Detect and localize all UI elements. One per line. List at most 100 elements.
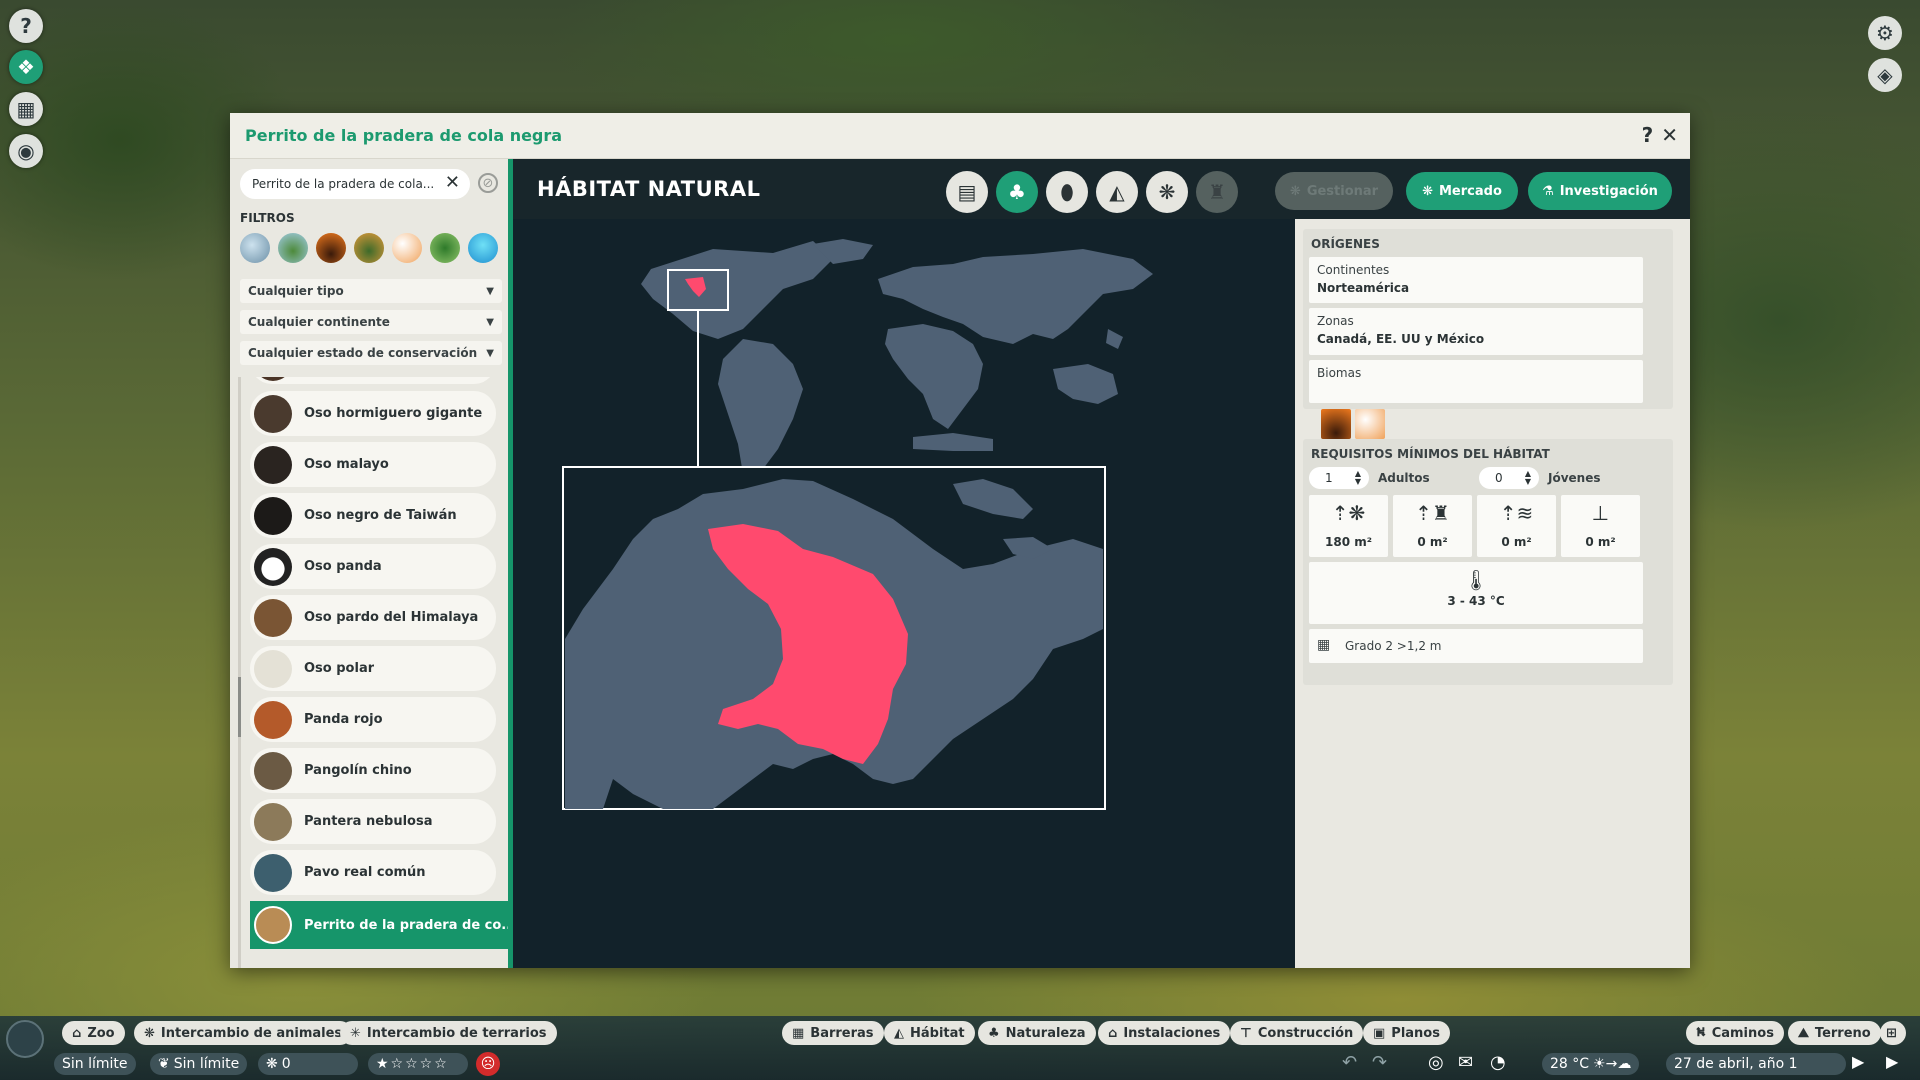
paw-icon[interactable]: ❋: [1146, 171, 1188, 213]
land-requirement: ⇡❋ 180 m²: [1309, 495, 1388, 557]
continent-dropdown[interactable]: Cualquier continente ▼: [240, 310, 502, 334]
filters-label: FILTROS: [240, 211, 295, 225]
date-display: 27 de abril, año 1: [1666, 1053, 1846, 1075]
biome-desert-icon: [1355, 409, 1385, 439]
rating-stars: ★☆☆☆☆: [368, 1053, 468, 1075]
animal-trade-tab[interactable]: ❋ Intercambio de animales: [134, 1021, 353, 1045]
habitat-tree-icon[interactable]: ♣: [996, 171, 1038, 213]
zoo-tab[interactable]: ⌂ Zoo: [62, 1021, 125, 1045]
biome-aquatic-icon[interactable]: [240, 233, 270, 263]
manage-button[interactable]: ❋ Gestionar: [1275, 172, 1393, 210]
help-icon[interactable]: ?: [1642, 123, 1654, 147]
calendar-icon[interactable]: ▦: [9, 92, 43, 126]
animal-avatar: [254, 649, 292, 688]
climb-icon: ⇡♜: [1415, 501, 1450, 525]
list-item[interactable]: Pangolín chino: [250, 748, 496, 793]
bug-icon: ✳: [350, 1025, 361, 1041]
guests-display: ❋ 0: [258, 1053, 358, 1075]
habitat-icon: ◭: [894, 1025, 904, 1041]
water-requirement: ⇡≋ 0 m²: [1477, 495, 1556, 557]
animal-avatar: [254, 445, 292, 484]
barrier-value: Grado 2 >1,2 m: [1345, 639, 1442, 653]
biome-grassland-icon[interactable]: [316, 233, 346, 263]
close-icon[interactable]: ✕: [1661, 123, 1678, 147]
overlay-icon[interactable]: ◎: [1428, 1052, 1444, 1073]
animal-avatar: [254, 547, 292, 586]
barriers-tab[interactable]: ▦ Barreras: [782, 1021, 884, 1045]
list-item[interactable]: Oso pardo del Himalaya: [250, 595, 496, 640]
adults-label: Adultos: [1378, 471, 1430, 485]
terrain-tab[interactable]: ⛰ Terreno: [1788, 1021, 1881, 1045]
clear-search-icon[interactable]: ✕: [445, 172, 460, 193]
construction-tab[interactable]: ⊤ Construcción: [1230, 1021, 1364, 1045]
biome-desert-icon[interactable]: [392, 233, 422, 263]
barrier-icon: ▦: [792, 1025, 805, 1041]
list-item[interactable]: [250, 377, 496, 384]
paw-icon: ❋: [1422, 183, 1433, 199]
biome-grassland-icon: [1321, 409, 1351, 439]
trophy-icon[interactable]: ♜: [1196, 171, 1238, 213]
list-item[interactable]: Oso negro de Taiwán: [250, 493, 496, 538]
list-scrollbar[interactable]: [238, 377, 241, 968]
list-item[interactable]: Oso malayo: [250, 442, 496, 487]
zones-card: Zonas Canadá, EE. UU y México: [1309, 308, 1643, 355]
list-item[interactable]: Pantera nebulosa: [250, 799, 496, 844]
list-item-selected[interactable]: Perrito de la pradera de co...: [250, 901, 510, 949]
adults-stepper[interactable]: 1 ▲ ▼: [1309, 467, 1369, 489]
zoopedia-icon[interactable]: ❖: [9, 50, 43, 84]
world-map: [562, 239, 1153, 810]
undo-icon[interactable]: ↶: [1342, 1052, 1357, 1073]
thermometer-icon: 🌡: [1463, 568, 1489, 592]
animal-list-pane: Perrito de la pradera de cola... ✕ ⊘ FIL…: [230, 159, 510, 968]
enrichment-icon[interactable]: ◭: [1096, 171, 1138, 213]
grid-toggle-icon[interactable]: ⊞: [1880, 1021, 1906, 1045]
help-icon[interactable]: ?: [9, 9, 43, 43]
paths-tab[interactable]: ⛕ Caminos: [1686, 1021, 1784, 1045]
settings-gear-icon[interactable]: ⚙: [1868, 16, 1902, 50]
requirements-section: REQUISITOS MÍNIMOS DEL HÁBITAT 1 ▲ ▼ Adult…: [1303, 439, 1673, 685]
type-dropdown[interactable]: Cualquier tipo ▼: [240, 279, 502, 303]
info-clipboard-icon[interactable]: ▤: [946, 171, 988, 213]
biome-tundra-icon[interactable]: [468, 233, 498, 263]
eye-icon[interactable]: ◉: [9, 134, 43, 168]
animal-avatar: [254, 906, 292, 944]
research-button[interactable]: ⚗ Investigación: [1528, 172, 1672, 210]
sad-face-icon: ☹: [476, 1052, 500, 1076]
reset-filters-icon[interactable]: ⊘: [478, 173, 498, 193]
animal-avatar: [254, 751, 292, 790]
temperature-card: 🌡 3 - 43 °C: [1309, 562, 1643, 624]
construction-icon: ⊤: [1240, 1025, 1252, 1041]
list-item[interactable]: Oso panda: [250, 544, 496, 589]
redo-icon[interactable]: ↷: [1372, 1052, 1387, 1073]
young-stepper[interactable]: 0 ▲ ▼: [1479, 467, 1539, 489]
temperature-value: 3 - 43 °C: [1447, 594, 1505, 608]
stats-icon[interactable]: ◔: [1490, 1052, 1506, 1073]
mode-dial-icon[interactable]: [6, 1020, 44, 1058]
list-item[interactable]: Pavo real común: [250, 850, 496, 895]
star-icon: ★☆☆☆☆: [376, 1056, 449, 1072]
play-icon[interactable]: ▶: [1852, 1052, 1864, 1071]
barrier-card: ▦ Grado 2 >1,2 m: [1309, 629, 1643, 663]
biome-continental-icon[interactable]: [278, 233, 308, 263]
food-sack-icon[interactable]: ⬮: [1046, 171, 1088, 213]
animal-avatar: [254, 853, 292, 892]
fast-forward-icon[interactable]: ▶: [1886, 1052, 1898, 1071]
path-icon: ⛕: [1696, 1024, 1706, 1040]
search-input[interactable]: Perrito de la pradera de cola... ✕: [240, 169, 470, 199]
biome-taiga-icon[interactable]: [354, 233, 384, 263]
market-button[interactable]: ❋ Mercado: [1406, 172, 1518, 210]
climb-requirement: ⇡♜ 0 m²: [1393, 495, 1472, 557]
camera-mode-icon[interactable]: ◈: [1868, 58, 1902, 92]
blueprints-tab[interactable]: ▣ Planos: [1363, 1021, 1450, 1045]
nature-tab[interactable]: ♣ Naturaleza: [978, 1021, 1096, 1045]
list-item[interactable]: Oso hormiguero gigante: [250, 391, 496, 436]
conservation-dropdown[interactable]: Cualquier estado de conservación ▼: [240, 341, 502, 365]
habitat-tab[interactable]: ◭ Hábitat: [884, 1021, 975, 1045]
facilities-tab[interactable]: ⌂ Instalaciones: [1098, 1021, 1231, 1045]
messages-icon[interactable]: ✉: [1458, 1052, 1473, 1073]
biome-tropical-icon[interactable]: [430, 233, 460, 263]
terrarium-trade-tab[interactable]: ✳ Intercambio de terrarios: [340, 1021, 557, 1045]
animal-list[interactable]: Oso hormiguero gigante Oso malayo Oso ne…: [230, 377, 510, 968]
list-item[interactable]: Oso polar: [250, 646, 496, 691]
list-item[interactable]: Panda rojo: [250, 697, 496, 742]
